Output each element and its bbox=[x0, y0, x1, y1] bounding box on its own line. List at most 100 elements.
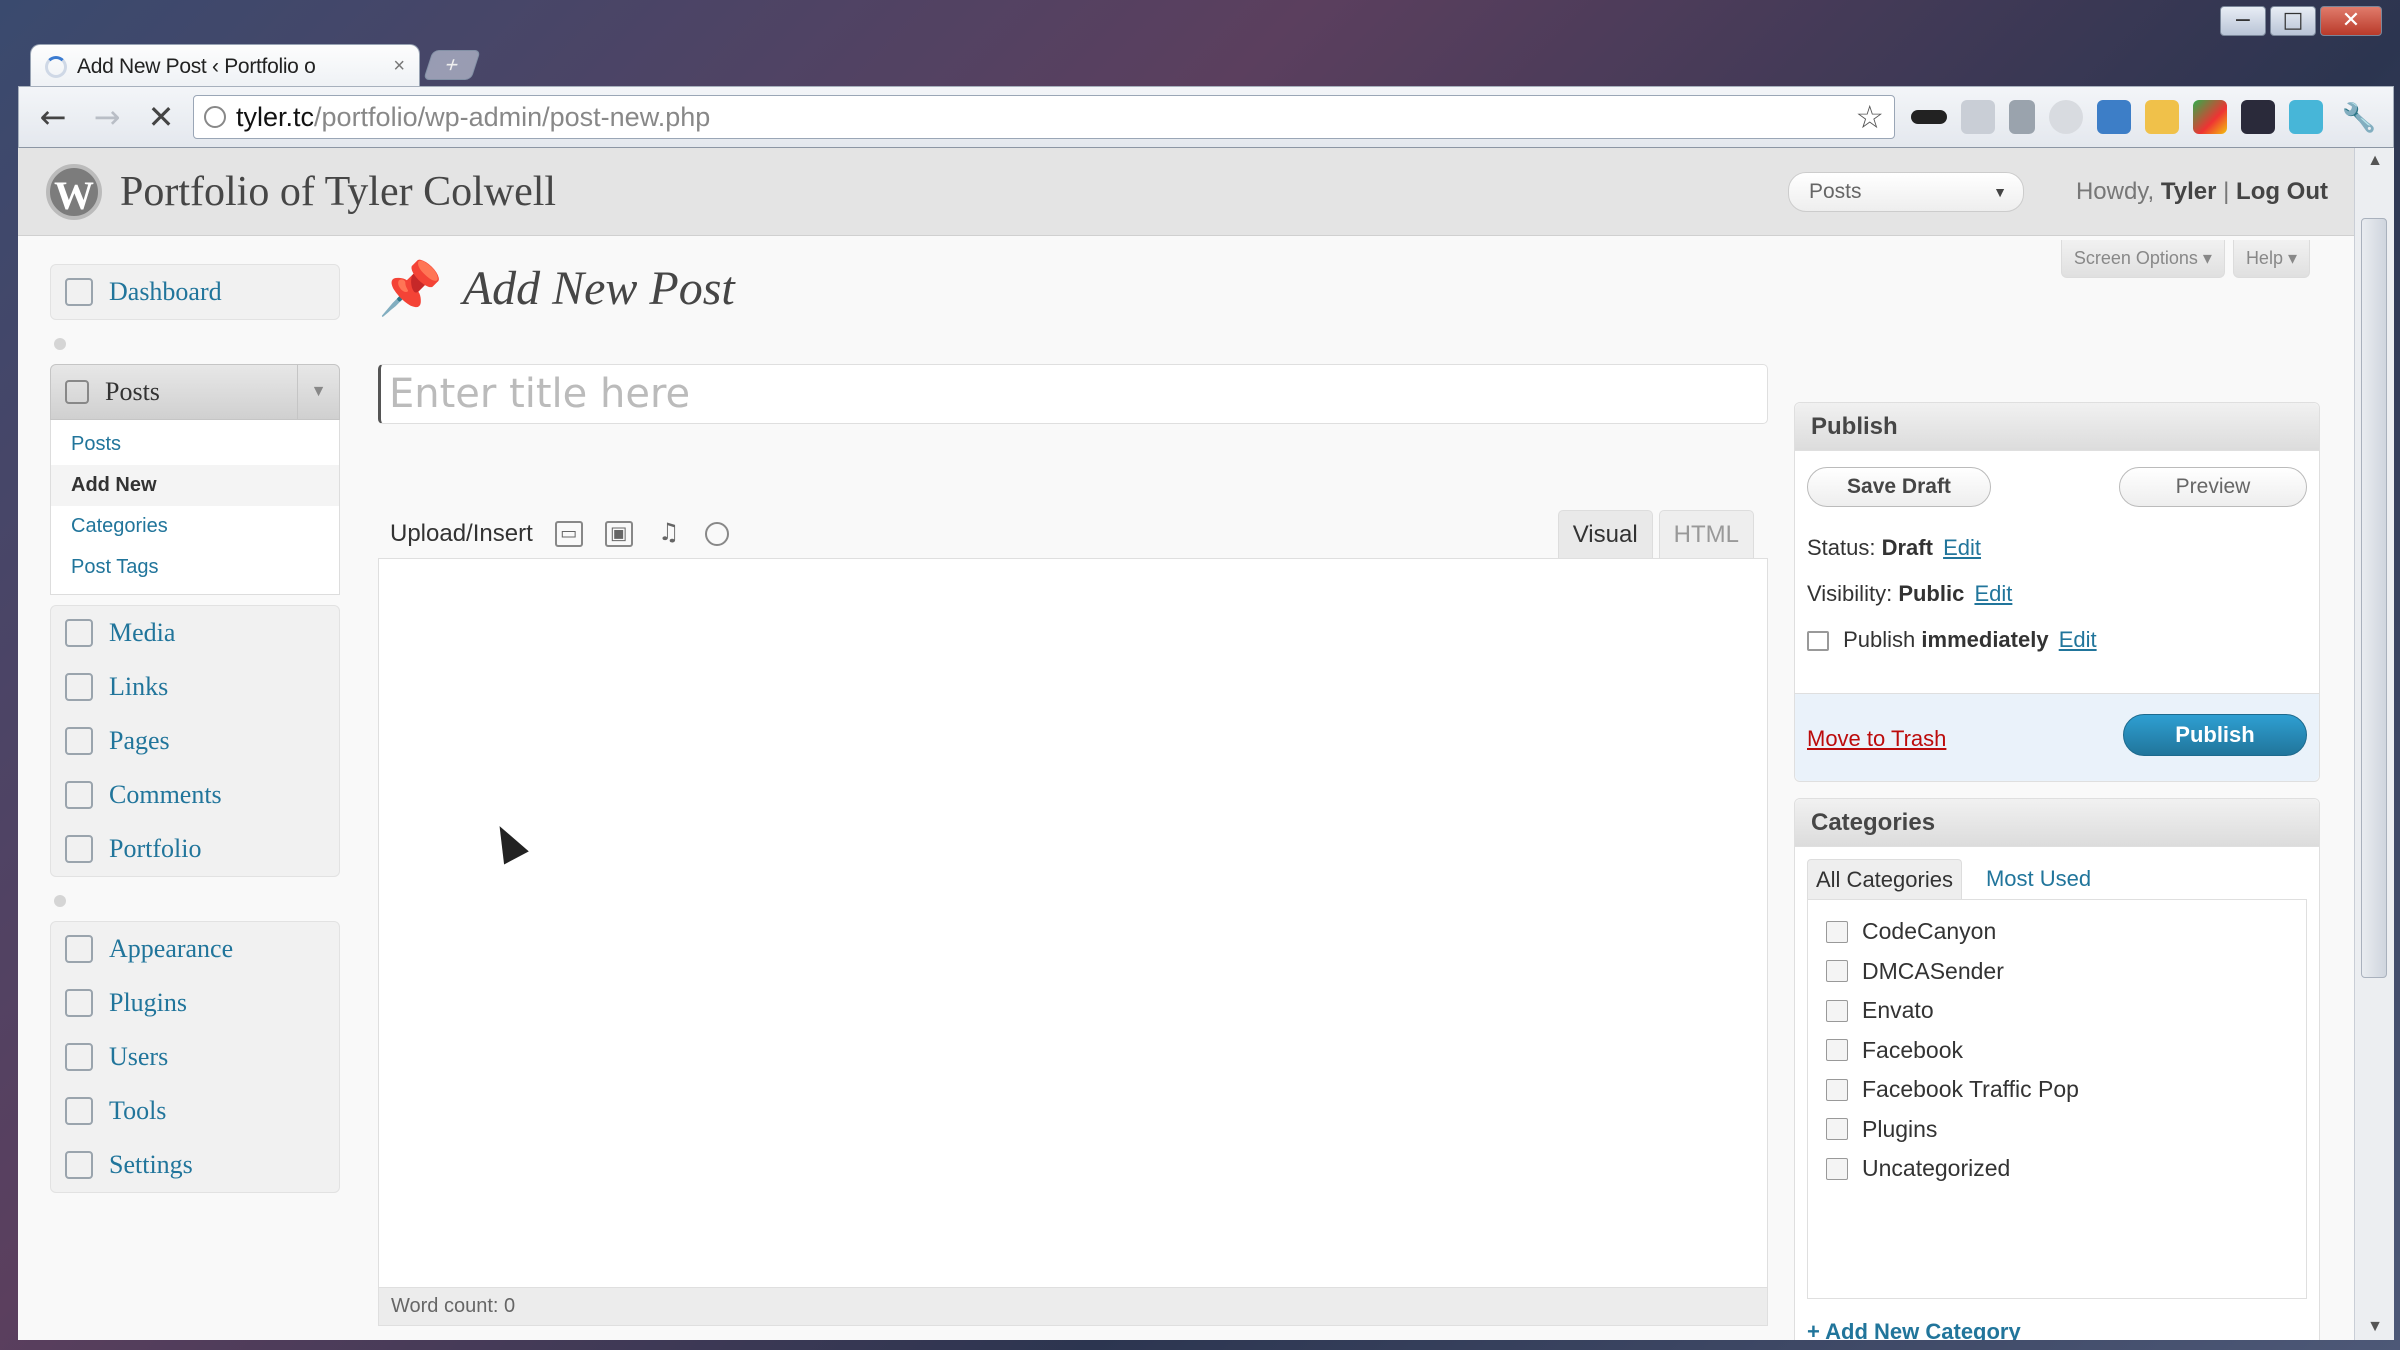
edit-visibility-link[interactable]: Edit bbox=[1974, 581, 2012, 606]
submenu-item-add-new[interactable]: Add New bbox=[51, 465, 339, 506]
sidebar-item-dashboard[interactable]: Dashboard bbox=[51, 265, 339, 319]
category-checkbox[interactable] bbox=[1826, 1078, 1848, 1101]
skype-extension-icon[interactable] bbox=[2289, 100, 2323, 134]
edit-status-link[interactable]: Edit bbox=[1943, 535, 1981, 560]
tab-html[interactable]: HTML bbox=[1658, 510, 1754, 558]
sidebar-item-settings[interactable]: Settings bbox=[51, 1138, 339, 1192]
sidebar-item-label: Dashboard bbox=[109, 277, 222, 306]
submenu-item-posts[interactable]: Posts bbox=[51, 424, 339, 465]
category-tabs: All Categories Most Used bbox=[1807, 859, 2099, 899]
category-item[interactable]: CodeCanyon bbox=[1826, 912, 2288, 952]
browser-tab[interactable]: Add New Post ‹ Portfolio o × bbox=[30, 44, 420, 88]
move-to-trash-link[interactable]: Move to Trash bbox=[1807, 726, 1946, 752]
publish-button[interactable]: Publish bbox=[2123, 714, 2307, 756]
category-checkbox[interactable] bbox=[1826, 999, 1848, 1022]
submenu-toggle-icon[interactable]: ▼ bbox=[297, 365, 339, 419]
submenu-item-categories[interactable]: Categories bbox=[51, 506, 339, 547]
category-checkbox[interactable] bbox=[1826, 1039, 1848, 1062]
categories-box: Categories All Categories Most Used Code… bbox=[1794, 798, 2320, 1340]
browser-window: Add New Post ‹ Portfolio o × + ← → ✕ tyl… bbox=[18, 40, 2394, 1340]
add-image-icon[interactable]: ▭ bbox=[554, 521, 583, 547]
help-button[interactable]: Help ▾ bbox=[2232, 240, 2310, 278]
submenu-item-post-tags[interactable]: Post Tags bbox=[51, 547, 339, 588]
dark-extension-icon[interactable] bbox=[2241, 100, 2275, 134]
logout-link[interactable]: Log Out bbox=[2236, 178, 2328, 205]
user-name-link[interactable]: Tyler bbox=[2161, 178, 2217, 205]
visibility-value: Public bbox=[1898, 581, 1965, 606]
site-title[interactable]: Portfolio of Tyler Colwell bbox=[120, 168, 556, 216]
edit-timestamp-link[interactable]: Edit bbox=[2059, 627, 2097, 652]
colorful-extension-icon[interactable] bbox=[2193, 100, 2227, 134]
scrollbar-thumb[interactable] bbox=[2361, 218, 2387, 978]
mask-extension-icon[interactable] bbox=[1911, 110, 1947, 124]
favorite-actions-label: Posts bbox=[1809, 180, 1862, 203]
status-value: Draft bbox=[1881, 535, 1933, 560]
maximize-button[interactable]: □ bbox=[2270, 6, 2316, 36]
forward-button[interactable]: → bbox=[85, 95, 129, 139]
smiley-extension-icon[interactable] bbox=[2145, 100, 2179, 134]
tab-visual[interactable]: Visual bbox=[1557, 510, 1653, 558]
sidebar-item-links[interactable]: Links bbox=[51, 660, 339, 714]
upload-insert-label: Upload/Insert bbox=[390, 520, 533, 547]
sidebar-item-media[interactable]: Media bbox=[51, 606, 339, 660]
menu-group-dashboard: Dashboard bbox=[50, 264, 340, 320]
tab-all-categories[interactable]: All Categories bbox=[1807, 859, 1962, 899]
scroll-down-icon[interactable]: ▼ bbox=[2355, 1318, 2395, 1336]
screen-options-button[interactable]: Screen Options ▾ bbox=[2060, 240, 2225, 278]
category-item[interactable]: Plugins bbox=[1826, 1110, 2288, 1150]
url-text[interactable]: tyler.tc/portfolio/wp-admin/post-new.php bbox=[236, 102, 1845, 133]
menu-group-content: Media Links Pages Comments Portfolio bbox=[50, 605, 340, 877]
category-checkbox[interactable] bbox=[1826, 1157, 1848, 1180]
tab-title: Add New Post ‹ Portfolio o bbox=[77, 54, 316, 78]
pages-icon bbox=[65, 727, 93, 755]
tab-close-icon[interactable]: × bbox=[393, 55, 405, 78]
settings-icon bbox=[65, 1151, 93, 1179]
add-new-category-link[interactable]: + Add New Category bbox=[1807, 1319, 2021, 1340]
tab-most-used[interactable]: Most Used bbox=[1978, 859, 2099, 899]
category-item[interactable]: DMCASender bbox=[1826, 952, 2288, 992]
wrench-icon[interactable]: 🔧 bbox=[2337, 95, 2381, 139]
page-scrollbar[interactable]: ▲ ▼ bbox=[2354, 148, 2394, 1340]
back-button[interactable]: ← bbox=[31, 95, 75, 139]
category-checkbox[interactable] bbox=[1826, 960, 1848, 983]
category-label: Envato bbox=[1862, 997, 1934, 1024]
sidebar-item-posts[interactable]: Posts ▼ bbox=[50, 364, 340, 420]
preview-button[interactable]: Preview bbox=[2119, 467, 2307, 507]
category-label: Facebook bbox=[1862, 1036, 1964, 1063]
category-item[interactable]: Envato bbox=[1826, 991, 2288, 1031]
page-icon bbox=[204, 106, 226, 128]
sidebar-item-plugins[interactable]: Plugins bbox=[51, 976, 339, 1030]
post-title-input[interactable]: Enter title here bbox=[378, 364, 1768, 424]
minimize-button[interactable]: − bbox=[2220, 6, 2266, 36]
category-item[interactable]: Uncategorized bbox=[1826, 1149, 2288, 1189]
add-audio-icon[interactable]: ♫ bbox=[655, 520, 683, 547]
category-item[interactable]: Facebook bbox=[1826, 1031, 2288, 1071]
scroll-up-icon[interactable]: ▲ bbox=[2355, 152, 2395, 170]
category-checkbox[interactable] bbox=[1826, 1118, 1848, 1141]
monitor-extension-icon[interactable] bbox=[2097, 100, 2131, 134]
close-window-button[interactable]: ✕ bbox=[2320, 6, 2382, 36]
stop-button[interactable]: ✕ bbox=[139, 95, 183, 139]
category-checklist: CodeCanyon DMCASender Envato Facebook Fa… bbox=[1807, 899, 2307, 1299]
category-item[interactable]: Facebook Traffic Pop bbox=[1826, 1070, 2288, 1110]
browser-toolbar: ← → ✕ tyler.tc/portfolio/wp-admin/post-n… bbox=[18, 86, 2394, 148]
sidebar-item-appearance[interactable]: Appearance bbox=[51, 922, 339, 976]
sidebar-item-pages[interactable]: Pages bbox=[51, 714, 339, 768]
add-video-icon[interactable]: ▣ bbox=[604, 521, 633, 547]
sidebar-item-portfolio[interactable]: Portfolio bbox=[51, 822, 339, 876]
page-extension-icon[interactable] bbox=[1961, 100, 1995, 134]
sidebar-item-tools[interactable]: Tools bbox=[51, 1084, 339, 1138]
category-checkbox[interactable] bbox=[1826, 920, 1848, 943]
add-media-icon[interactable]: ○ bbox=[704, 522, 729, 546]
post-content-editor[interactable] bbox=[378, 558, 1768, 1288]
sidebar-item-users[interactable]: Users bbox=[51, 1030, 339, 1084]
favorite-actions-dropdown[interactable]: Posts ▼ bbox=[1788, 172, 2024, 212]
new-tab-button[interactable]: + bbox=[423, 50, 481, 80]
hand-extension-icon[interactable] bbox=[2049, 100, 2083, 134]
address-bar[interactable]: tyler.tc/portfolio/wp-admin/post-new.php… bbox=[193, 95, 1895, 139]
save-draft-button[interactable]: Save Draft bbox=[1807, 467, 1991, 507]
sidebar-item-label: Comments bbox=[109, 780, 222, 809]
bookmark-star-icon[interactable]: ☆ bbox=[1855, 98, 1884, 136]
sidebar-item-comments[interactable]: Comments bbox=[51, 768, 339, 822]
check-extension-icon[interactable] bbox=[2009, 100, 2035, 134]
